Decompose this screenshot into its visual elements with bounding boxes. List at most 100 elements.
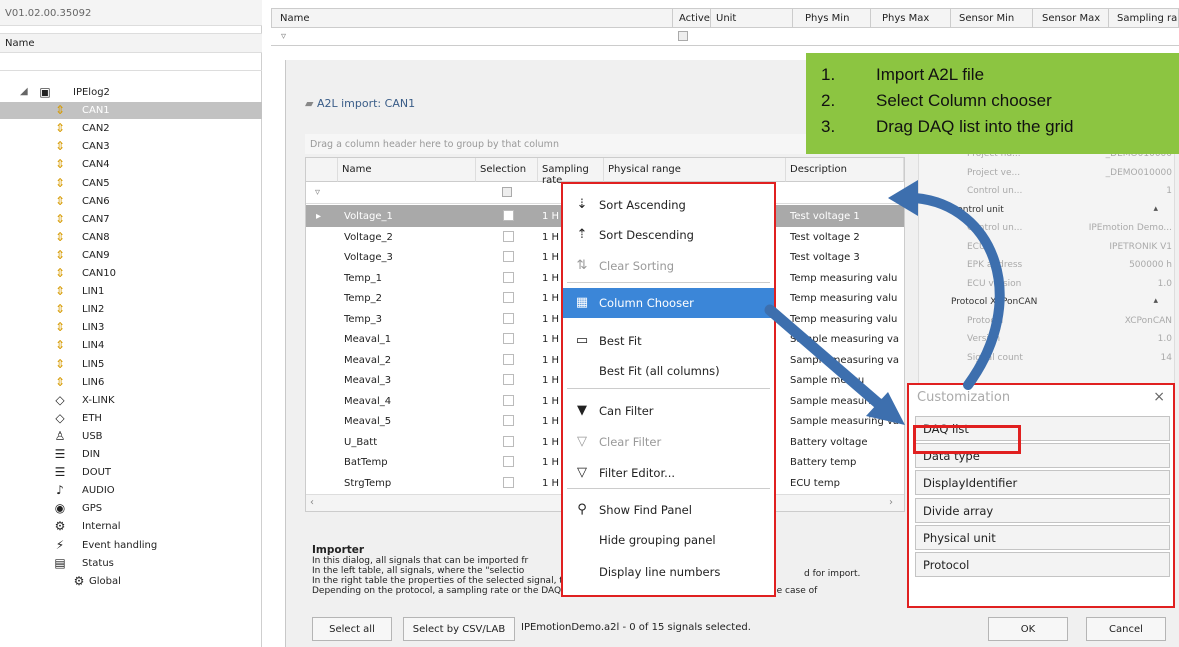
tree-item-x-link[interactable]: ◇ X-LINK [0,392,262,409]
tree-item-eth[interactable]: ◇ ETH [0,410,262,427]
collapse-icon[interactable]: ▴ [1153,296,1158,306]
tree-item-global[interactable]: ⚙ Global [0,573,262,590]
scroll-left-icon[interactable]: ‹ [310,497,314,508]
selection-checkbox[interactable] [503,353,514,365]
property-group[interactable]: Protocol XCPonCAN ▴ [919,294,1176,311]
tree-item-dout[interactable]: ☰ DOUT [0,464,262,481]
tree-item-can5[interactable]: ⇕ CAN5 [0,175,262,192]
column-header-physical-range[interactable]: Physical range [604,158,786,182]
column-header-sensor-min[interactable]: Sensor Min [959,13,1014,24]
menu-item-display-line-numbers[interactable]: Display line numbers [563,557,774,587]
selection-checkbox[interactable] [503,333,514,344]
filter-icon[interactable]: ▿ [315,187,320,198]
expand-icon[interactable]: ◢ [20,86,28,97]
tree-item-can2[interactable]: ⇕ CAN2 [0,120,262,137]
tree-item-lin4[interactable]: ⇕ LIN4 [0,337,262,354]
tree-item-can1[interactable]: ⇕ CAN1 [0,102,262,120]
cell-description: Sample measuring va [790,416,900,427]
property-row[interactable]: EPK address 500000 h [919,257,1176,274]
tree-item-internal[interactable]: ⚙ Internal [0,518,262,535]
selection-checkbox[interactable] [503,271,514,283]
column-chooser-item[interactable]: Physical unit [915,524,1170,550]
column-header-name[interactable]: Name [338,158,476,182]
column-header-name[interactable]: Name [280,13,310,24]
menu-item-best-fit-all-columns[interactable]: Best Fit (all columns) [563,356,774,386]
selection-checkbox[interactable] [503,251,514,262]
tree-item-gps[interactable]: ◉ GPS [0,500,262,517]
menu-item-sort-descending[interactable]: ⇡ Sort Descending [563,220,774,250]
property-row[interactable]: Project ve... _DEMO010000 [919,165,1176,182]
column-header-sampling-rate[interactable]: Sampling ra [1117,13,1177,24]
menu-item-hide-grouping-panel[interactable]: Hide grouping panel [563,525,774,555]
tree-item-lin1[interactable]: ⇕ LIN1 [0,283,262,300]
tree-item-event-handling[interactable]: ⚡ Event handling [0,537,262,554]
column-header-description[interactable]: Description [786,158,904,182]
signal-grid-filter-row[interactable]: ▿ [271,28,1179,46]
selection-checkbox[interactable] [503,476,514,488]
active-filter-checkbox[interactable] [678,31,688,41]
tree-item-ipelog2[interactable]: ▣ IPElog2 [0,84,262,101]
property-row[interactable]: Protocol XCPonCAN [919,313,1176,330]
selection-checkbox[interactable] [503,210,514,221]
tree-item-can8[interactable]: ⇕ CAN8 [0,229,262,246]
tree-name-header[interactable]: Name [0,33,262,53]
cancel-button[interactable]: Cancel [1086,617,1166,641]
property-row[interactable]: Control un... 1 [919,183,1176,200]
menu-item-clear-sorting[interactable]: ⇅ Clear Sorting [563,251,774,281]
property-row[interactable]: Version 1.0 [919,331,1176,348]
selection-checkbox[interactable] [503,435,514,447]
tree-item-can6[interactable]: ⇕ CAN6 [0,193,262,210]
menu-item-can-filter[interactable]: ▼ Can Filter [563,396,774,426]
menu-item-sort-ascending[interactable]: ⇣ Sort Ascending [563,190,774,220]
column-chooser-item[interactable]: DisplayIdentifier [915,470,1170,496]
collapse-icon[interactable]: ▴ [1153,204,1158,214]
property-group[interactable]: Control unit ▴ [919,202,1176,219]
tree-item-lin6[interactable]: ⇕ LIN6 [0,374,262,391]
tree-item-lin3[interactable]: ⇕ LIN3 [0,319,262,336]
column-chooser-item[interactable]: Divide array [915,497,1170,523]
property-row[interactable]: ECU IPETRONIK V1 [919,239,1176,256]
tree-item-can9[interactable]: ⇕ CAN9 [0,247,262,264]
property-row[interactable]: Signal count 14 [919,350,1176,367]
scroll-right-icon[interactable]: › [889,497,893,508]
select-by-csv-button[interactable]: Select by CSV/LAB [403,617,515,641]
selection-checkbox[interactable] [503,312,514,324]
tree-item-lin5[interactable]: ⇕ LIN5 [0,356,262,373]
menu-item-filter-editor[interactable]: ▽ Filter Editor... [563,458,774,488]
property-row[interactable]: Control un... IPEmotion Demo... [919,220,1176,237]
column-header-sampling-rate[interactable]: Sampling rate [538,158,604,186]
selection-checkbox[interactable] [503,415,514,426]
column-header-phys-min[interactable]: Phys Min [805,13,849,24]
property-row[interactable]: ECU version 1.0 [919,276,1176,293]
column-header-phys-max[interactable]: Phys Max [882,13,929,24]
column-header-sensor-max[interactable]: Sensor Max [1042,13,1100,24]
tree-filter-row[interactable] [0,53,262,71]
selection-checkbox[interactable] [503,230,514,242]
menu-item-column-chooser[interactable]: ▦ Column Chooser [563,288,774,318]
tree-item-status[interactable]: ▤ Status [0,555,262,572]
column-chooser-item[interactable]: Protocol [915,552,1170,577]
tree-item-lin2[interactable]: ⇕ LIN2 [0,301,262,318]
tree-item-din[interactable]: ☰ DIN [0,446,262,463]
menu-item-show-find-panel[interactable]: ⚲ Show Find Panel [563,495,774,525]
selection-filter-checkbox[interactable] [502,187,512,197]
tree-item-can10[interactable]: ⇕ CAN10 [0,265,262,282]
column-header-active[interactable]: Active [679,13,710,24]
tree-item-usb[interactable]: ♙ USB [0,428,262,445]
select-all-button[interactable]: Select all [312,617,392,641]
close-icon[interactable]: × [1153,389,1165,405]
menu-item-best-fit[interactable]: ▭ Best Fit [563,326,774,356]
tree-item-can3[interactable]: ⇕ CAN3 [0,138,262,155]
selection-checkbox[interactable] [503,456,514,467]
menu-item-clear-filter[interactable]: ▽ Clear Filter [563,427,774,457]
tree-item-can4[interactable]: ⇕ CAN4 [0,156,262,173]
filter-icon[interactable]: ▿ [281,31,286,42]
tree-item-can7[interactable]: ⇕ CAN7 [0,211,262,228]
column-header-selection[interactable]: Selection [476,158,538,182]
selection-checkbox[interactable] [503,394,514,406]
tree-item-audio[interactable]: ♪ AUDIO [0,482,262,499]
ok-button[interactable]: OK [988,617,1068,641]
selection-checkbox[interactable] [503,292,514,303]
column-header-unit[interactable]: Unit [716,13,736,24]
selection-checkbox[interactable] [503,374,514,385]
